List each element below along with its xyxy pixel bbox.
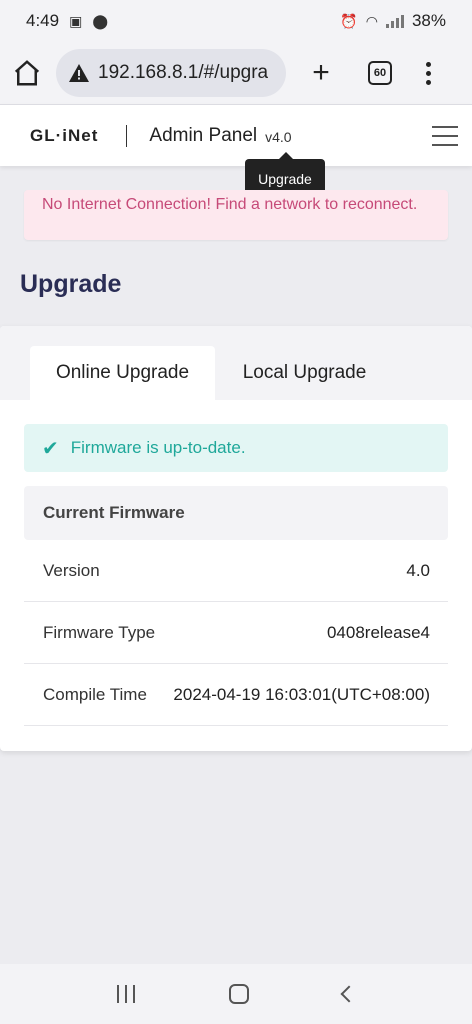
row-value: 4.0 [406,560,430,580]
more-menu-button[interactable] [426,61,431,85]
tab-switcher-button[interactable]: 60 [368,61,392,85]
home-icon [14,60,40,86]
header-divider [126,124,128,147]
page-title: Upgrade [20,270,122,298]
address-bar[interactable]: 192.168.8.1/#/upgra [56,49,286,97]
no-internet-alert: No Internet Connection! Find a network t… [24,190,448,240]
firmware-status-banner: ✔ Firmware is up-to-date. [24,424,448,472]
row-value: 0408release4 [326,622,430,642]
status-bar: 4:49 ▣ ⬤ ⏰ ◠ 38% [0,0,472,42]
browser-toolbar: 192.168.8.1/#/upgra + 60 [0,42,472,104]
upgrade-card: Online Upgrade Local Upgrade ✔ Firmware … [0,326,472,751]
admin-panel-title: Admin Panel [149,124,258,146]
row-label: Compile Time [43,684,147,704]
location-icon: ⬤ [92,12,108,29]
home-button[interactable] [12,58,42,88]
wifi-icon: ◠ [365,12,378,29]
glinet-logo[interactable]: GL·iNet [30,126,98,146]
tab-online-upgrade[interactable]: Online Upgrade [30,346,215,400]
table-row: Firmware Type 0408release4 [24,602,448,664]
tab-local-upgrade[interactable]: Local Upgrade [222,346,387,400]
row-label: Firmware Type [43,622,156,642]
current-firmware-header: Current Firmware [24,486,448,540]
recent-apps-button[interactable] [117,985,135,1003]
gallery-icon: ▣ [69,12,83,29]
home-nav-button[interactable] [229,984,249,1004]
status-time: 4:49 [26,11,60,30]
url-text: 192.168.8.1/#/upgra [98,62,269,83]
battery-level: 38% [411,11,446,30]
tab-bar: Online Upgrade Local Upgrade [0,326,472,400]
table-row: Compile Time 2024-04-19 16:03:01(UTC+08:… [24,664,448,726]
app-header: GL·iNet Admin Panel v4.0 [0,104,472,166]
version-label: v4.0 [265,128,292,145]
row-label: Version [43,560,100,580]
check-icon: ✔ [42,437,59,460]
system-nav-bar [0,964,472,1024]
row-value: 2024-04-19 16:03:01(UTC+08:00) [173,684,430,704]
signal-icon [385,14,404,28]
warning-icon [69,64,89,82]
back-button[interactable] [340,985,358,1003]
table-row: Version 4.0 [24,540,448,602]
new-tab-button[interactable]: + [306,56,336,90]
menu-button[interactable] [432,125,458,146]
alarm-icon: ⏰ [340,12,358,29]
firmware-status-text: Firmware is up-to-date. [70,438,246,457]
